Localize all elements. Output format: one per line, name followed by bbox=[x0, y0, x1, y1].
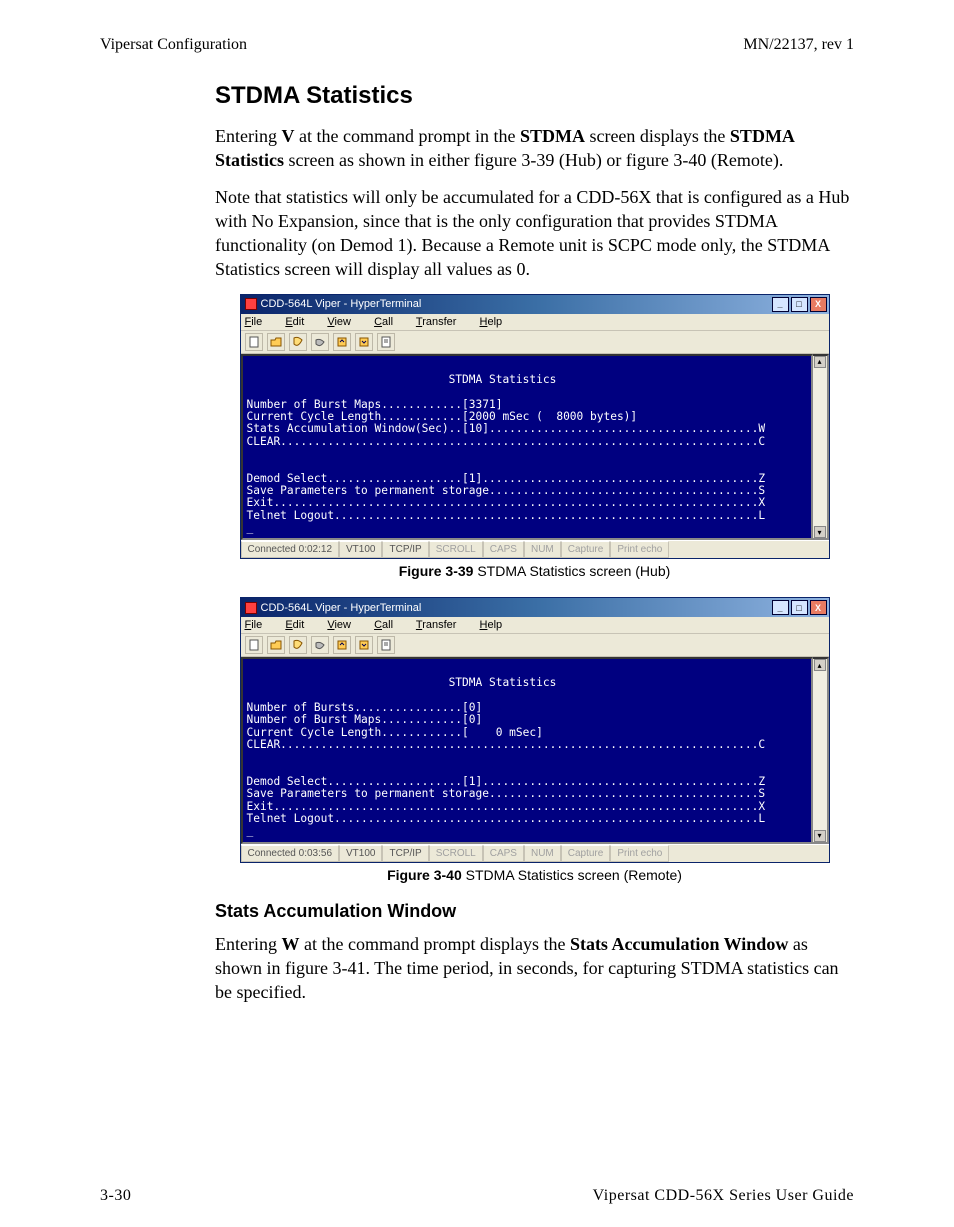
menu-view[interactable]: View bbox=[327, 316, 361, 328]
terminal-output[interactable]: STDMA Statistics Number of Bursts.......… bbox=[241, 657, 813, 843]
minimize-button[interactable]: _ bbox=[772, 297, 789, 312]
disconnect-icon[interactable] bbox=[311, 333, 329, 351]
scroll-down-icon[interactable]: ▾ bbox=[814, 526, 826, 538]
status-printecho: Print echo bbox=[610, 845, 669, 862]
key-v: V bbox=[281, 126, 294, 146]
menu-call[interactable]: Call bbox=[374, 316, 403, 328]
maximize-button[interactable]: □ bbox=[791, 600, 808, 615]
maximize-button[interactable]: □ bbox=[791, 297, 808, 312]
send-icon[interactable] bbox=[333, 636, 351, 654]
menu-edit[interactable]: Edit bbox=[285, 619, 314, 631]
key-w: W bbox=[281, 934, 299, 954]
properties-icon[interactable] bbox=[377, 636, 395, 654]
menu-edit[interactable]: Edit bbox=[285, 316, 314, 328]
status-num: NUM bbox=[524, 845, 561, 862]
menu-file[interactable]: File bbox=[245, 316, 273, 328]
receive-icon[interactable] bbox=[355, 636, 373, 654]
status-caps: CAPS bbox=[483, 541, 524, 558]
toolbar bbox=[241, 634, 829, 657]
statusbar: Connected 0:02:12 VT100 TCP/IP SCROLL CA… bbox=[241, 540, 829, 558]
status-num: NUM bbox=[524, 541, 561, 558]
menubar: File Edit View Call Transfer Help bbox=[241, 617, 829, 634]
figure-caption-3-39: Figure 3-39 STDMA Statistics screen (Hub… bbox=[215, 563, 854, 579]
page-number: 3-30 bbox=[100, 1187, 131, 1205]
receive-icon[interactable] bbox=[355, 333, 373, 351]
window-title: CDD-564L Viper - HyperTerminal bbox=[261, 298, 422, 310]
close-button[interactable]: X bbox=[810, 297, 827, 312]
statusbar: Connected 0:03:56 VT100 TCP/IP SCROLL CA… bbox=[241, 844, 829, 862]
scroll-track[interactable] bbox=[813, 671, 827, 829]
call-icon[interactable] bbox=[289, 333, 307, 351]
properties-icon[interactable] bbox=[377, 333, 395, 351]
menu-transfer[interactable]: Transfer bbox=[416, 316, 467, 328]
screen-stdma: STDMA bbox=[520, 126, 585, 146]
scrollbar[interactable]: ▴ ▾ bbox=[813, 657, 829, 843]
paragraph-intro: Entering V at the command prompt in the … bbox=[215, 124, 854, 173]
send-icon[interactable] bbox=[333, 333, 351, 351]
scroll-up-icon[interactable]: ▴ bbox=[814, 659, 826, 671]
feature-stats-accum-window: Stats Accumulation Window bbox=[570, 934, 788, 954]
app-icon bbox=[245, 602, 257, 614]
figure-caption-3-40: Figure 3-40 STDMA Statistics screen (Rem… bbox=[215, 867, 854, 883]
scroll-track[interactable] bbox=[813, 368, 827, 526]
terminal-output[interactable]: STDMA Statistics Number of Burst Maps...… bbox=[241, 354, 813, 540]
close-button[interactable]: X bbox=[810, 600, 827, 615]
open-icon[interactable] bbox=[267, 333, 285, 351]
menubar: File Edit View Call Transfer Help bbox=[241, 314, 829, 331]
scroll-down-icon[interactable]: ▾ bbox=[814, 830, 826, 842]
minimize-button[interactable]: _ bbox=[772, 600, 789, 615]
heading-stats-accumulation-window: Stats Accumulation Window bbox=[215, 901, 854, 922]
toolbar bbox=[241, 331, 829, 354]
open-icon[interactable] bbox=[267, 636, 285, 654]
hyperterminal-window-remote: CDD-564L Viper - HyperTerminal _ □ X Fil… bbox=[240, 597, 830, 862]
titlebar[interactable]: CDD-564L Viper - HyperTerminal _ □ X bbox=[241, 598, 829, 617]
paragraph-note: Note that statistics will only be accumu… bbox=[215, 185, 854, 282]
scrollbar[interactable]: ▴ ▾ bbox=[813, 354, 829, 540]
status-connected: Connected 0:02:12 bbox=[241, 541, 340, 558]
menu-transfer[interactable]: Transfer bbox=[416, 619, 467, 631]
status-connected: Connected 0:03:56 bbox=[241, 845, 340, 862]
status-protocol: TCP/IP bbox=[382, 541, 428, 558]
status-printecho: Print echo bbox=[610, 541, 669, 558]
status-emulation: VT100 bbox=[339, 845, 382, 862]
status-scroll: SCROLL bbox=[429, 845, 483, 862]
disconnect-icon[interactable] bbox=[311, 636, 329, 654]
menu-call[interactable]: Call bbox=[374, 619, 403, 631]
running-head-left: Vipersat Configuration bbox=[100, 36, 247, 54]
status-capture: Capture bbox=[561, 541, 611, 558]
status-capture: Capture bbox=[561, 845, 611, 862]
app-icon bbox=[245, 298, 257, 310]
status-caps: CAPS bbox=[483, 845, 524, 862]
menu-file[interactable]: File bbox=[245, 619, 273, 631]
paragraph-stats-window: Entering W at the command prompt display… bbox=[215, 932, 854, 1005]
menu-help[interactable]: Help bbox=[480, 619, 513, 631]
menu-view[interactable]: View bbox=[327, 619, 361, 631]
running-head-right: MN/22137, rev 1 bbox=[743, 36, 854, 54]
status-protocol: TCP/IP bbox=[382, 845, 428, 862]
new-icon[interactable] bbox=[245, 636, 263, 654]
status-scroll: SCROLL bbox=[429, 541, 483, 558]
footer-title: Vipersat CDD-56X Series User Guide bbox=[593, 1187, 854, 1205]
call-icon[interactable] bbox=[289, 636, 307, 654]
heading-stdma-statistics: STDMA Statistics bbox=[215, 82, 854, 110]
menu-help[interactable]: Help bbox=[480, 316, 513, 328]
new-icon[interactable] bbox=[245, 333, 263, 351]
scroll-up-icon[interactable]: ▴ bbox=[814, 356, 826, 368]
hyperterminal-window-hub: CDD-564L Viper - HyperTerminal _ □ X Fil… bbox=[240, 294, 830, 559]
window-title: CDD-564L Viper - HyperTerminal bbox=[261, 602, 422, 614]
titlebar[interactable]: CDD-564L Viper - HyperTerminal _ □ X bbox=[241, 295, 829, 314]
status-emulation: VT100 bbox=[339, 541, 382, 558]
